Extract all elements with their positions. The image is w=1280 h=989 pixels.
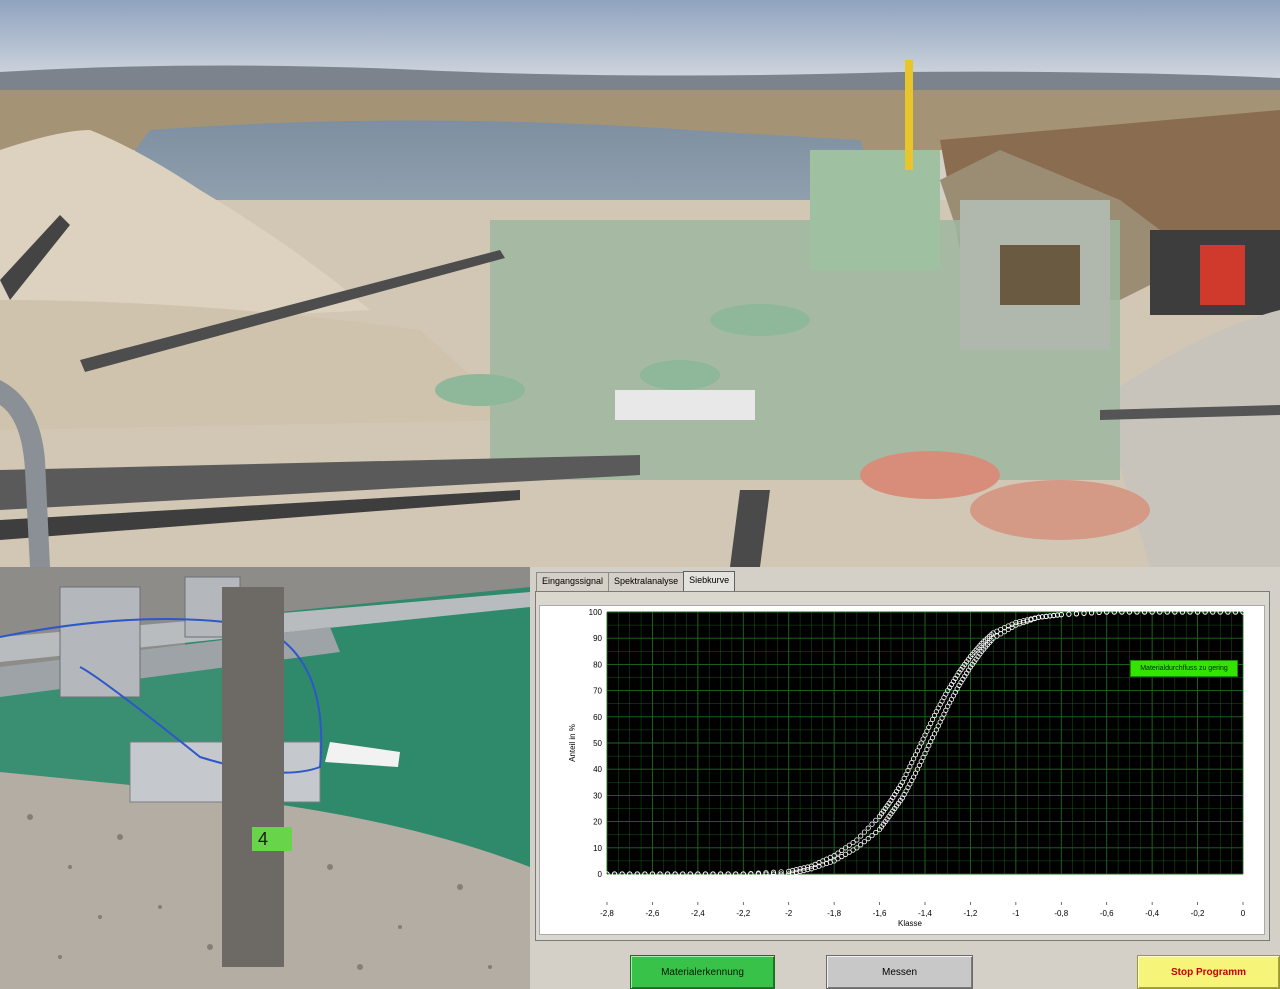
y-tick-label: 30 <box>593 791 602 800</box>
x-tick-label: -0,8 <box>1054 909 1068 918</box>
x-axis-label: Klasse <box>898 919 923 928</box>
x-tick-label: -2,6 <box>646 909 660 918</box>
stop-program-button[interactable]: Stop Programm <box>1137 955 1280 989</box>
x-tick-label: -2,8 <box>600 909 614 918</box>
plant-photo <box>0 0 1280 567</box>
y-tick-label: 60 <box>593 713 602 722</box>
x-tick-label: -2 <box>785 909 793 918</box>
x-tick-label: -2,4 <box>691 909 705 918</box>
sensor-photo: 4 <box>0 567 530 989</box>
x-tick-label: -1,4 <box>918 909 932 918</box>
material-recognition-button[interactable]: Materialerkennung <box>630 955 775 989</box>
y-tick-label: 40 <box>593 765 602 774</box>
x-tick-label: -1,6 <box>873 909 887 918</box>
y-tick-label: 70 <box>593 687 602 696</box>
x-tick-label: -0,6 <box>1100 909 1114 918</box>
tab-spektralanalyse[interactable]: Spektralanalyse <box>608 572 685 592</box>
y-tick-label: 50 <box>593 739 602 748</box>
status-badge: Materialdurchfluss zu gering <box>1130 660 1238 677</box>
tab-siebkurve[interactable]: Siebkurve <box>683 571 736 593</box>
sensor-number-label: 4 <box>258 829 268 849</box>
x-tick-label: -1,2 <box>964 909 978 918</box>
analysis-window: Eingangssignal Spektralanalyse Siebkurve… <box>530 567 1280 989</box>
y-tick-label: 90 <box>593 634 602 643</box>
y-tick-label: 100 <box>589 608 603 617</box>
tab-panel: 0 10 20 30 40 50 60 70 80 90 100 -2,8 -2,6 -2,4 -2,2 -2… <box>535 591 1270 941</box>
y-tick-label: 80 <box>593 660 602 669</box>
x-tick-label: 0 <box>1241 909 1246 918</box>
sieve-curve-graph: 0 10 20 30 40 50 60 70 80 90 100 -2,8 -2,6 -2,4 -2,2 -2… <box>539 605 1265 935</box>
y-axis-label: Anteil in % <box>568 724 577 762</box>
x-tick-label: -1 <box>1012 909 1020 918</box>
sieve-curve-chart: 0 10 20 30 40 50 60 70 80 90 100 -2,8 -2,6 -2,4 -2,2 -2… <box>568 608 1246 928</box>
measure-button[interactable]: Messen <box>826 955 973 989</box>
x-tick-label: -0,2 <box>1191 909 1205 918</box>
x-tick-label: -2,2 <box>736 909 750 918</box>
tab-bar: Eingangssignal Spektralanalyse Siebkurve <box>536 571 736 593</box>
x-tick-label: -1,8 <box>827 909 841 918</box>
x-tick-label: -0,4 <box>1145 909 1159 918</box>
y-tick-label: 10 <box>593 844 602 853</box>
y-tick-label: 20 <box>593 818 602 827</box>
y-tick-label: 0 <box>598 870 603 879</box>
tab-eingangssignal[interactable]: Eingangssignal <box>536 572 610 592</box>
